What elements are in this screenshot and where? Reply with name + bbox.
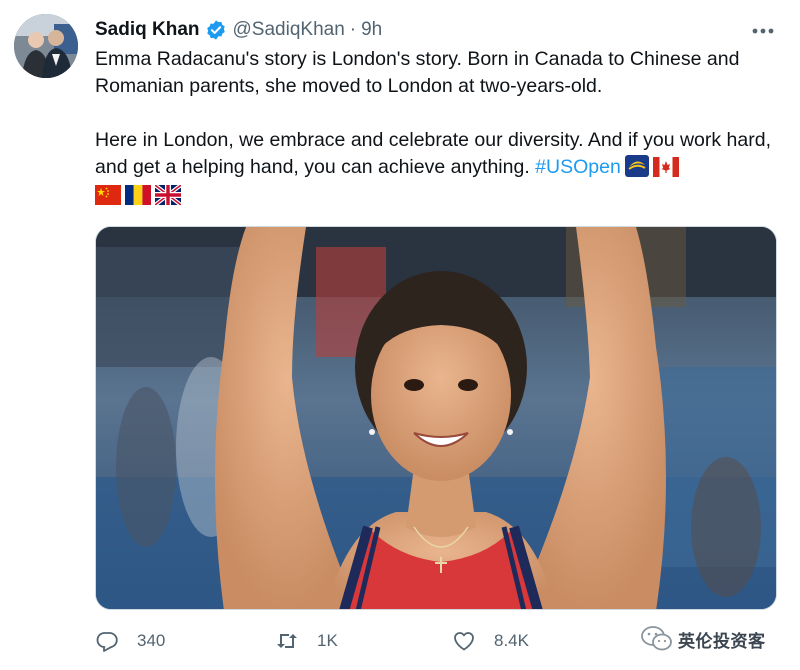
canada-flag-icon — [652, 157, 679, 185]
usopen-emoji-icon — [624, 155, 649, 185]
separator: · — [349, 19, 357, 40]
avatar[interactable] — [14, 14, 78, 78]
retweet-count: 1K — [317, 631, 338, 650]
hashtag-link[interactable]: #USOpen — [535, 156, 621, 178]
tweet-card[interactable]: Sadiq Khan @SadiqKhan · 9h Emma Radacanu… — [0, 0, 800, 670]
reply-button[interactable]: 340 — [95, 624, 165, 658]
reply-count: 340 — [137, 631, 166, 650]
author-name[interactable]: Sadiq Khan — [95, 19, 200, 41]
reply-icon — [95, 629, 119, 653]
verified-badge-icon — [205, 19, 227, 41]
watermark: 英伦投资客 — [640, 622, 766, 656]
retweet-icon — [275, 629, 299, 653]
like-count: 8.4K — [494, 631, 529, 650]
author-handle[interactable]: @SadiqKhan — [233, 19, 345, 41]
china-flag-icon — [95, 185, 121, 210]
tweet-paragraph-1: Emma Radacanu's story is London's story.… — [95, 48, 740, 97]
tweet-text: Emma Radacanu's story is London's story.… — [95, 46, 775, 185]
tweet-media-photo[interactable] — [95, 226, 777, 610]
retweet-button[interactable]: 1K — [275, 624, 338, 658]
uk-flag-icon — [153, 183, 183, 210]
more-options-icon[interactable] — [748, 16, 778, 46]
heart-icon — [452, 629, 476, 653]
flag-emoji-row — [95, 183, 183, 210]
like-button[interactable]: 8.4K — [452, 624, 529, 658]
timestamp[interactable]: 9h — [361, 19, 382, 41]
watermark-text: 英伦投资客 — [678, 631, 766, 651]
tweet-paragraph-2: Here in London, we embrace and celebrate… — [95, 127, 775, 185]
wechat-icon — [640, 625, 674, 653]
romania-flag-icon — [125, 185, 151, 210]
